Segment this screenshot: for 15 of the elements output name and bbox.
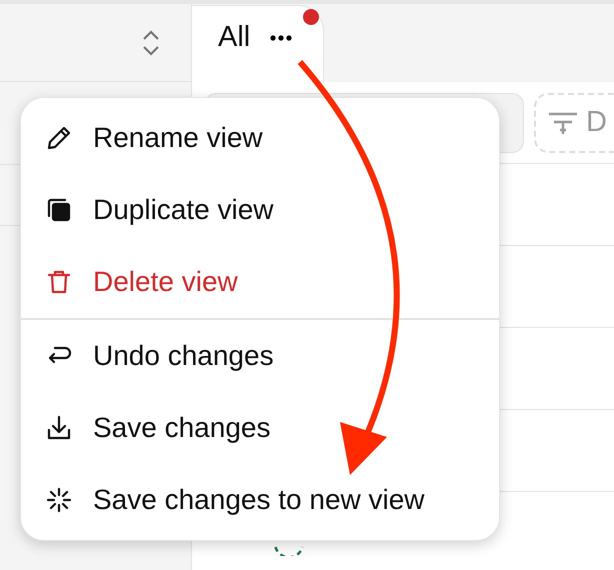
menu-item[interactable]: Rename view bbox=[21, 102, 499, 174]
download-icon bbox=[45, 414, 73, 442]
copy-icon bbox=[45, 196, 73, 224]
more-icon[interactable] bbox=[270, 34, 292, 40]
pencil-icon bbox=[45, 124, 73, 152]
menu-item[interactable]: Duplicate view bbox=[21, 174, 499, 246]
trash-icon bbox=[45, 268, 73, 296]
menu-item[interactable]: Undo changes bbox=[21, 320, 499, 392]
view-tab[interactable]: All bbox=[192, 5, 324, 83]
filter-icon bbox=[548, 110, 578, 134]
sort-chevrons-icon[interactable] bbox=[141, 28, 161, 56]
sparkle-icon bbox=[45, 486, 73, 514]
menu-item[interactable]: Save changes bbox=[21, 392, 499, 464]
menu-item[interactable]: Delete view bbox=[21, 246, 499, 318]
menu-item[interactable]: Save changes to new view bbox=[21, 464, 499, 536]
